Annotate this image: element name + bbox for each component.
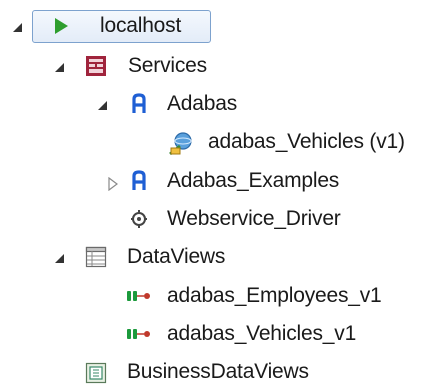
dataview-icon [127, 329, 150, 339]
tree-node-business-dataviews[interactable]: BusinessDataViews [0, 356, 360, 388]
tree-node-adabas-vehicles[interactable]: adabas_Vehicles (v1) [0, 126, 441, 158]
services-icon [86, 56, 106, 76]
play-icon [55, 18, 68, 34]
tree-node-dataviews[interactable]: DataViews [0, 241, 260, 273]
adabas-icon [132, 93, 146, 113]
tree-node-adabas-employees-v1[interactable]: adabas_Employees_v1 [0, 280, 420, 312]
tree-node-adabas-examples[interactable]: Adabas_Examples [0, 165, 380, 197]
expand-arrow-icon[interactable] [98, 101, 107, 110]
navigator-tree: localhost Services Adabas adabas_Vehicle… [0, 0, 441, 386]
table-icon [85, 246, 107, 268]
expand-arrow-icon[interactable] [55, 63, 64, 72]
driver-icon [131, 210, 147, 228]
tree-node-localhost[interactable]: localhost [0, 10, 230, 43]
tree-node-label: adabas_Employees_v1 [167, 284, 382, 307]
tree-node-label: localhost [100, 14, 182, 37]
business-dataview-icon [85, 362, 107, 384]
tree-node-label: Webservice_Driver [167, 207, 341, 230]
tree-node-adabas-vehicles-v1[interactable]: adabas_Vehicles_v1 [0, 318, 400, 350]
expand-arrow-icon[interactable] [13, 23, 22, 32]
dataview-icon [127, 291, 150, 301]
tree-node-adabas[interactable]: Adabas [0, 88, 260, 120]
database-connection-icon [169, 132, 192, 156]
tree-node-webservice-driver[interactable]: Webservice_Driver [0, 203, 390, 235]
tree-node-label: adabas_Vehicles (v1) [208, 130, 405, 153]
tree-node-label: Services [128, 54, 207, 77]
tree-node-label: Adabas_Examples [167, 169, 340, 192]
collapse-arrow-icon[interactable] [108, 177, 118, 191]
tree-node-label: DataViews [127, 245, 226, 268]
tree-node-services[interactable]: Services [0, 50, 240, 82]
expand-arrow-icon[interactable] [55, 254, 64, 263]
tree-node-label: adabas_Vehicles_v1 [167, 322, 357, 345]
tree-node-label: Adabas [167, 92, 238, 115]
tree-node-label: BusinessDataViews [127, 360, 309, 383]
adabas-icon [132, 170, 146, 190]
